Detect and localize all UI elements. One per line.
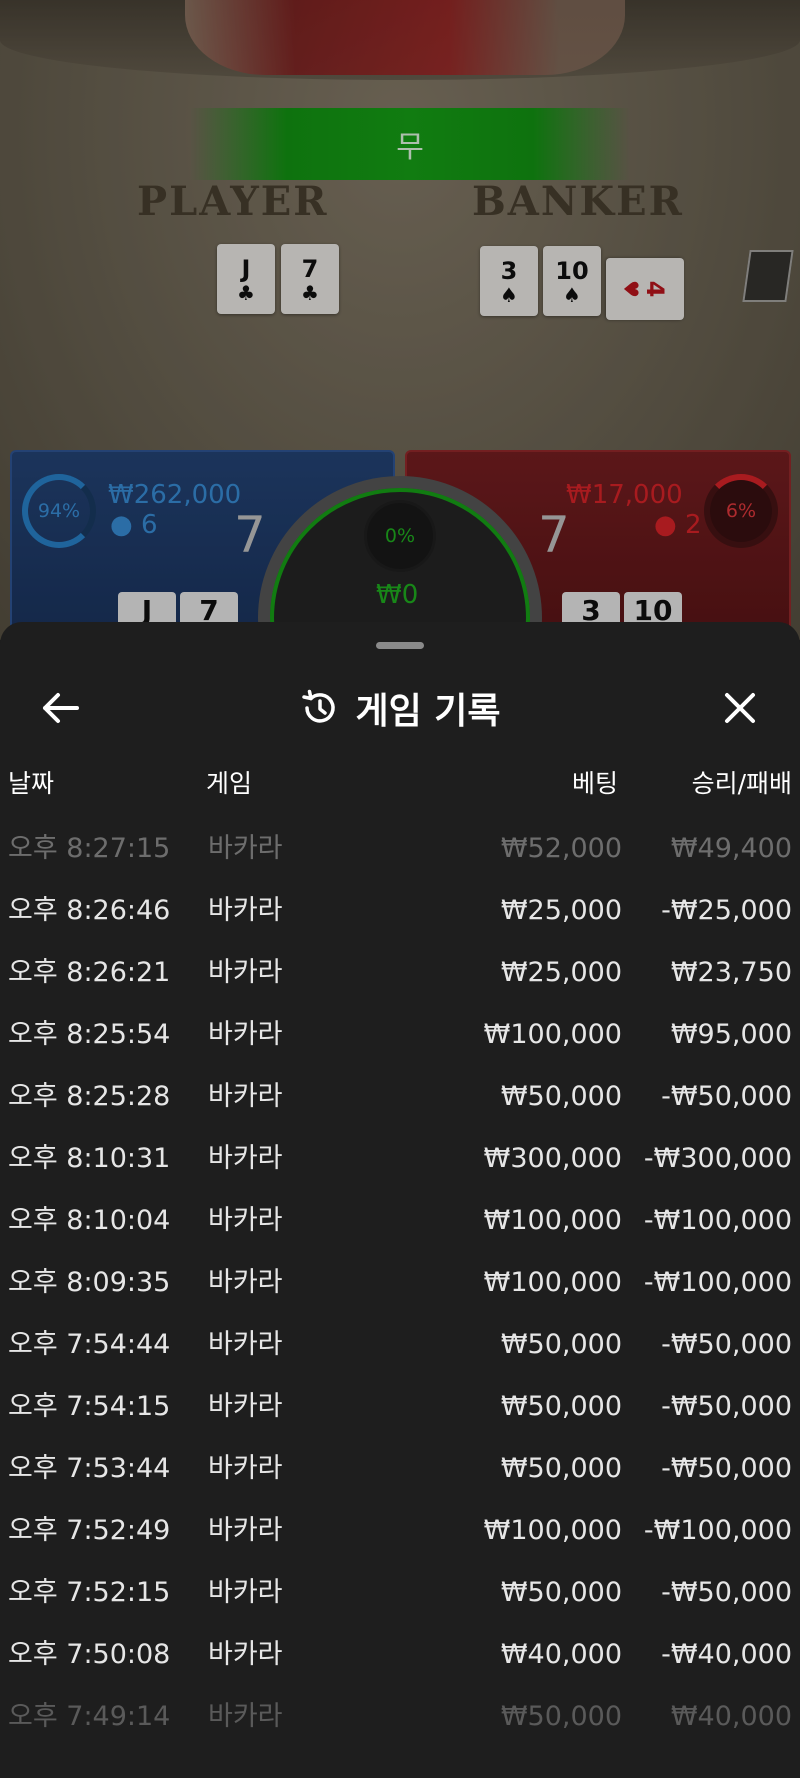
history-game: 바카라 — [208, 1267, 283, 1298]
history-result: ₩40,000 — [670, 1701, 792, 1732]
sheet-header: 게임 기록 — [0, 668, 800, 756]
history-result: -₩25,000 — [661, 895, 792, 926]
history-row[interactable]: 오후 7:49:14 바카라 ₩50,000 ₩40,000 — [0, 1686, 800, 1748]
history-date: 오후 7:54:15 — [8, 1391, 171, 1422]
history-row[interactable]: 오후 8:10:31 바카라 ₩300,000 -₩300,000 — [0, 1128, 800, 1190]
arrow-left-icon — [43, 693, 79, 723]
history-date: 오후 7:54:44 — [8, 1329, 171, 1360]
history-bet: ₩50,000 — [500, 1577, 622, 1608]
history-result: -₩50,000 — [661, 1391, 792, 1422]
history-row[interactable]: 오후 8:09:35 바카라 ₩100,000 -₩100,000 — [0, 1252, 800, 1314]
history-result: -₩50,000 — [661, 1329, 792, 1360]
history-list[interactable]: 오후 8:27:15 바카라 ₩52,000 ₩49,400 오후 8:26:46 바카라… — [0, 818, 800, 1748]
history-bet: ₩50,000 — [500, 1391, 622, 1422]
history-result: ₩49,400 — [670, 833, 792, 864]
history-date: 오후 8:26:46 — [8, 895, 171, 926]
history-game: 바카라 — [208, 1081, 283, 1112]
history-date: 오후 7:49:14 — [8, 1701, 171, 1732]
history-row[interactable]: 오후 7:52:15 바카라 ₩50,000 -₩50,000 — [0, 1562, 800, 1624]
history-date: 오후 8:27:15 — [8, 833, 171, 864]
history-row[interactable]: 오후 8:25:54 바카라 ₩100,000 ₩95,000 — [0, 1004, 800, 1066]
history-game: 바카라 — [208, 1329, 283, 1360]
history-row[interactable]: 오후 7:52:49 바카라 ₩100,000 -₩100,000 — [0, 1500, 800, 1562]
history-result: -₩100,000 — [643, 1515, 792, 1546]
history-game: 바카라 — [208, 1453, 283, 1484]
history-bet: ₩50,000 — [500, 1701, 622, 1732]
column-header-game: 게임 — [206, 769, 253, 798]
history-bet: ₩25,000 — [500, 895, 622, 926]
history-bet: ₩50,000 — [500, 1453, 622, 1484]
history-row[interactable]: 오후 7:53:44 바카라 ₩50,000 -₩50,000 — [0, 1438, 800, 1500]
game-view: 무 PLAYER BANKER J ♣ 7 ♣ 3 ♠ 10 ♠ 4 ♥ 94%… — [0, 0, 800, 640]
history-bet: ₩300,000 — [483, 1143, 622, 1174]
history-game: 바카라 — [208, 1143, 283, 1174]
history-row[interactable]: 오후 8:25:28 바카라 ₩50,000 -₩50,000 — [0, 1066, 800, 1128]
column-header-date: 날짜 — [8, 769, 55, 798]
history-date: 오후 7:52:49 — [8, 1515, 171, 1546]
history-row[interactable]: 오후 7:54:44 바카라 ₩50,000 -₩50,000 — [0, 1314, 800, 1376]
close-icon — [725, 693, 755, 723]
history-bet: ₩50,000 — [500, 1081, 622, 1112]
back-button[interactable] — [30, 678, 90, 738]
drag-handle[interactable] — [376, 642, 424, 649]
history-row[interactable]: 오후 7:54:15 바카라 ₩50,000 -₩50,000 — [0, 1376, 800, 1438]
game-history-sheet: 게임 기록 날짜 게임 베팅 승리/패배 오후 8:27:15 바카라 ₩52,00… — [0, 622, 800, 1778]
history-date: 오후 7:53:44 — [8, 1453, 171, 1484]
history-game: 바카라 — [208, 895, 283, 926]
sheet-title-group: 게임 기록 — [0, 668, 800, 748]
history-date: 오후 8:10:04 — [8, 1205, 171, 1236]
history-row[interactable]: 오후 8:26:21 바카라 ₩25,000 ₩23,750 — [0, 942, 800, 1004]
history-row[interactable]: 오후 8:26:46 바카라 ₩25,000 -₩25,000 — [0, 880, 800, 942]
history-result: -₩40,000 — [661, 1639, 792, 1670]
history-bet: ₩100,000 — [483, 1267, 622, 1298]
history-date: 오후 8:25:28 — [8, 1081, 171, 1112]
dim-overlay[interactable] — [0, 0, 800, 640]
history-game: 바카라 — [208, 1205, 283, 1236]
history-result: -₩50,000 — [661, 1453, 792, 1484]
history-game: 바카라 — [208, 1515, 283, 1546]
history-game: 바카라 — [208, 1391, 283, 1422]
close-button[interactable] — [710, 678, 770, 738]
history-bet: ₩25,000 — [500, 957, 622, 988]
history-row[interactable]: 오후 8:27:15 바카라 ₩52,000 ₩49,400 — [0, 818, 800, 880]
history-bet: ₩100,000 — [483, 1019, 622, 1050]
history-bet: ₩40,000 — [500, 1639, 622, 1670]
history-result: -₩100,000 — [643, 1205, 792, 1236]
history-bet: ₩100,000 — [483, 1515, 622, 1546]
column-header-result: 승리/패배 — [691, 769, 792, 798]
column-header-bet: 베팅 — [571, 769, 618, 798]
history-result: -₩50,000 — [661, 1081, 792, 1112]
sheet-title: 게임 기록 — [355, 691, 501, 732]
history-result: ₩23,750 — [670, 957, 792, 988]
history-game: 바카라 — [208, 1701, 283, 1732]
history-game: 바카라 — [208, 1639, 283, 1670]
history-result: -₩50,000 — [661, 1577, 792, 1608]
history-date: 오후 8:09:35 — [8, 1267, 171, 1298]
history-result: -₩300,000 — [643, 1143, 792, 1174]
history-result: ₩95,000 — [670, 1019, 792, 1050]
history-bet: ₩100,000 — [483, 1205, 622, 1236]
history-bet: ₩52,000 — [500, 833, 622, 864]
history-game: 바카라 — [208, 957, 283, 988]
history-date: 오후 7:50:08 — [8, 1639, 171, 1670]
history-date: 오후 7:52:15 — [8, 1577, 171, 1608]
history-date: 오후 8:26:21 — [8, 957, 171, 988]
history-row[interactable]: 오후 8:10:04 바카라 ₩100,000 -₩100,000 — [0, 1190, 800, 1252]
history-bet: ₩50,000 — [500, 1329, 622, 1360]
history-date: 오후 8:10:31 — [8, 1143, 171, 1174]
history-result: -₩100,000 — [643, 1267, 792, 1298]
history-date: 오후 8:25:54 — [8, 1019, 171, 1050]
history-row[interactable]: 오후 7:50:08 바카라 ₩40,000 -₩40,000 — [0, 1624, 800, 1686]
history-game: 바카라 — [208, 1577, 283, 1608]
history-game: 바카라 — [208, 833, 283, 864]
history-game: 바카라 — [208, 1019, 283, 1050]
history-icon — [302, 689, 336, 723]
